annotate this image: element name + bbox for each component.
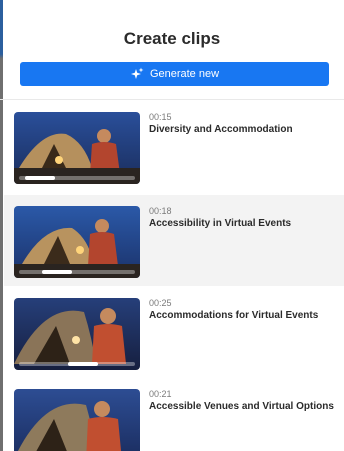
video-thumbnail[interactable] xyxy=(14,206,140,278)
video-thumbnail[interactable] xyxy=(14,298,140,370)
clip-title[interactable]: Accessible Venues and Virtual Options xyxy=(149,401,336,412)
clip-progress-handle[interactable] xyxy=(24,176,55,180)
clip-duration: 00:18 xyxy=(149,206,172,216)
clip-meta: 00:15 Diversity and Accommodation xyxy=(149,112,336,135)
clip-progress-handle[interactable] xyxy=(67,362,98,366)
clip-meta: 00:18 Accessibility in Virtual Events xyxy=(149,206,336,229)
page-title: Create clips xyxy=(123,29,221,48)
clip-meta: 00:25 Accommodations for Virtual Events xyxy=(149,298,336,321)
clip-duration: 00:21 xyxy=(149,389,172,399)
clip-progress-track[interactable] xyxy=(19,362,135,366)
clip-duration: 00:25 xyxy=(149,298,172,308)
clip-title[interactable]: Accessibility in Virtual Events xyxy=(149,218,336,229)
generate-new-label: Generate new xyxy=(149,68,220,80)
clip-duration: 00:15 xyxy=(149,112,172,122)
sparkle-icon xyxy=(130,67,144,81)
generate-new-button[interactable]: Generate new xyxy=(20,62,329,86)
clip-progress-handle[interactable] xyxy=(42,270,73,274)
clip-item[interactable]: 00:15 Diversity and Accommodation xyxy=(4,101,344,192)
clip-progress-track[interactable] xyxy=(19,270,135,274)
clip-progress-track[interactable] xyxy=(19,176,135,180)
clip-meta: 00:21 Accessible Venues and Virtual Opti… xyxy=(149,389,336,412)
clip-item[interactable]: 00:21 Accessible Venues and Virtual Opti… xyxy=(4,378,344,451)
video-thumbnail[interactable] xyxy=(14,112,140,184)
clip-item[interactable]: 00:18 Accessibility in Virtual Events xyxy=(4,195,344,286)
clip-item[interactable]: 00:25 Accommodations for Virtual Events xyxy=(4,287,344,378)
clip-title[interactable]: Accommodations for Virtual Events xyxy=(149,310,336,321)
panel-header: Create clips Generate new xyxy=(0,0,344,100)
clip-title[interactable]: Diversity and Accommodation xyxy=(149,124,336,135)
video-thumbnail[interactable] xyxy=(14,389,140,451)
